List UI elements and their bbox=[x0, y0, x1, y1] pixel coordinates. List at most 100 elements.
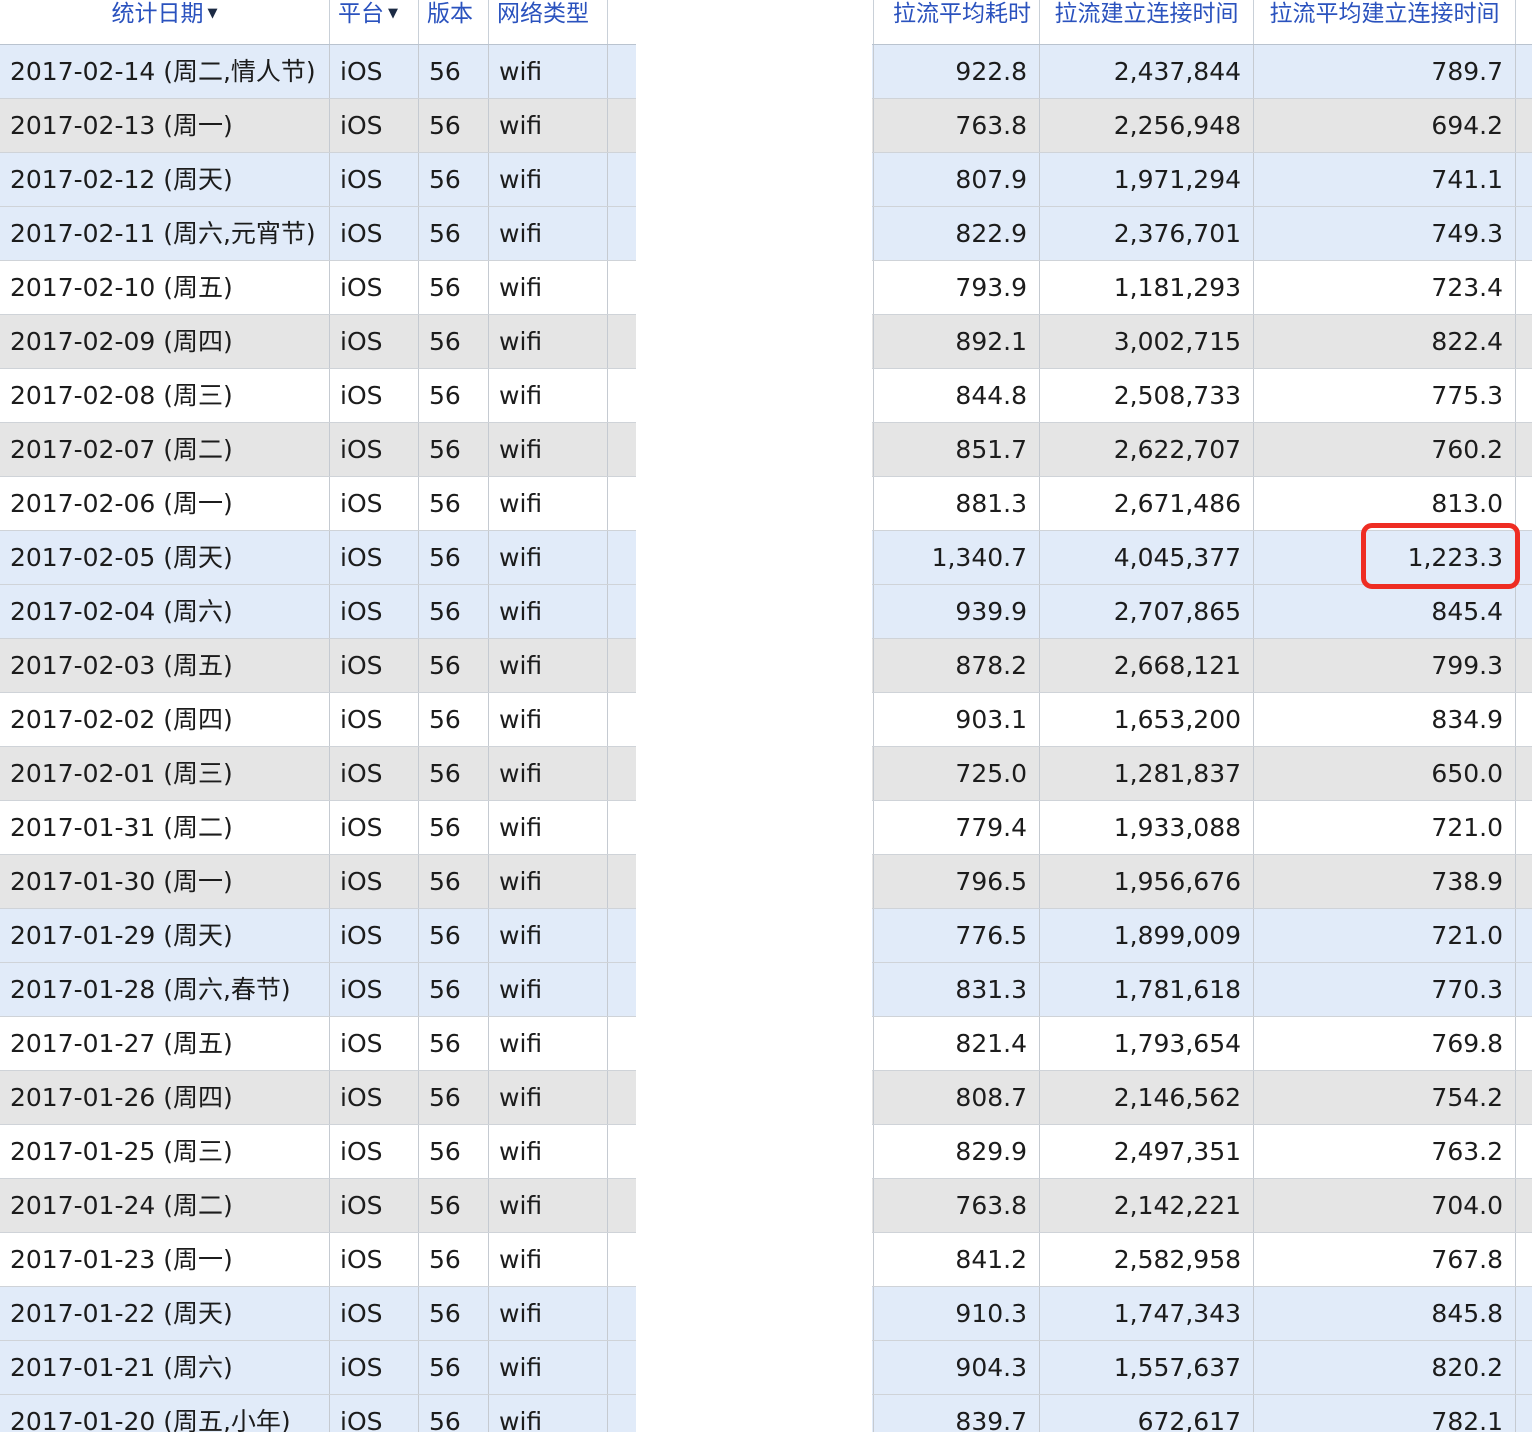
cell-avg-connect-time: 721.0 bbox=[1254, 801, 1516, 854]
cell-platform: iOS bbox=[330, 315, 419, 368]
cell-version: 56 bbox=[419, 639, 489, 692]
column-label-avg-time: 拉流平均耗时 bbox=[893, 1, 1031, 27]
cell-avg-time: 903.1 bbox=[874, 693, 1040, 746]
cell-avg-time: 793.9 bbox=[874, 261, 1040, 314]
cell-network: wifi bbox=[489, 1395, 608, 1432]
column-header-avg-time[interactable]: 拉流平均耗时 bbox=[874, 0, 1040, 44]
cell-date: 2017-02-05 (周天) bbox=[0, 531, 330, 584]
cell-overflow bbox=[1516, 585, 1532, 638]
cell-avg-time: 776.5 bbox=[874, 909, 1040, 962]
cell-overflow bbox=[1516, 963, 1532, 1016]
cell-connect-time: 1,793,654 bbox=[1040, 1017, 1254, 1070]
cell-avg-time: 822.9 bbox=[874, 207, 1040, 260]
cell-version: 56 bbox=[419, 99, 489, 152]
cell-network: wifi bbox=[489, 693, 608, 746]
cell-avg-connect-time: 834.9 bbox=[1254, 693, 1516, 746]
cell-version: 56 bbox=[419, 207, 489, 260]
cell-version: 56 bbox=[419, 153, 489, 206]
cell-avg-connect-time: 775.3 bbox=[1254, 369, 1516, 422]
column-header-overflow bbox=[1516, 0, 1532, 44]
cell-network: wifi bbox=[489, 1341, 608, 1394]
cell-avg-connect-time: 782.1 bbox=[1254, 1395, 1516, 1432]
cell-overflow bbox=[1516, 207, 1532, 260]
cell-overflow bbox=[1516, 1017, 1532, 1070]
cell-avg-time: 808.7 bbox=[874, 1071, 1040, 1124]
redaction-mask bbox=[636, 0, 872, 1432]
column-header-network[interactable]: 网络类型 bbox=[489, 0, 608, 44]
cell-network: wifi bbox=[489, 855, 608, 908]
cell-platform: iOS bbox=[330, 423, 419, 476]
cell-version: 56 bbox=[419, 1395, 489, 1432]
cell-network: wifi bbox=[489, 639, 608, 692]
cell-connect-time: 2,671,486 bbox=[1040, 477, 1254, 530]
cell-overflow bbox=[1516, 1341, 1532, 1394]
cell-network: wifi bbox=[489, 1125, 608, 1178]
cell-overflow bbox=[1516, 1071, 1532, 1124]
column-header-date[interactable]: 统计日期 ▼ bbox=[0, 0, 330, 44]
cell-date: 2017-01-31 (周二) bbox=[0, 801, 330, 854]
cell-platform: iOS bbox=[330, 99, 419, 152]
cell-avg-time: 779.4 bbox=[874, 801, 1040, 854]
cell-connect-time: 1,781,618 bbox=[1040, 963, 1254, 1016]
cell-connect-time: 672,617 bbox=[1040, 1395, 1254, 1432]
cell-connect-time: 1,747,343 bbox=[1040, 1287, 1254, 1340]
cell-connect-time: 1,971,294 bbox=[1040, 153, 1254, 206]
cell-date: 2017-02-09 (周四) bbox=[0, 315, 330, 368]
cell-connect-time: 2,582,958 bbox=[1040, 1233, 1254, 1286]
column-header-avg-connect-time[interactable]: 拉流平均建立连接时间 bbox=[1254, 0, 1516, 44]
cell-connect-time: 2,437,844 bbox=[1040, 45, 1254, 98]
cell-connect-time: 1,653,200 bbox=[1040, 693, 1254, 746]
cell-version: 56 bbox=[419, 909, 489, 962]
cell-version: 56 bbox=[419, 693, 489, 746]
cell-version: 56 bbox=[419, 801, 489, 854]
sort-arrow-icon[interactable]: ▼ bbox=[208, 6, 218, 21]
cell-platform: iOS bbox=[330, 1017, 419, 1070]
cell-avg-connect-time: 1,223.3 bbox=[1254, 531, 1516, 584]
cell-avg-time: 922.8 bbox=[874, 45, 1040, 98]
cell-date: 2017-01-22 (周天) bbox=[0, 1287, 330, 1340]
cell-version: 56 bbox=[419, 369, 489, 422]
sort-arrow-icon[interactable]: ▼ bbox=[388, 6, 398, 21]
cell-network: wifi bbox=[489, 801, 608, 854]
cell-version: 56 bbox=[419, 423, 489, 476]
cell-overflow bbox=[1516, 801, 1532, 854]
cell-connect-time: 2,376,701 bbox=[1040, 207, 1254, 260]
column-label-date: 统计日期 bbox=[111, 1, 204, 27]
cell-connect-time: 3,002,715 bbox=[1040, 315, 1254, 368]
cell-platform: iOS bbox=[330, 1071, 419, 1124]
cell-avg-connect-time: 845.4 bbox=[1254, 585, 1516, 638]
column-header-connect-time[interactable]: 拉流建立连接时间 bbox=[1040, 0, 1254, 44]
cell-version: 56 bbox=[419, 585, 489, 638]
cell-overflow bbox=[1516, 1233, 1532, 1286]
cell-network: wifi bbox=[489, 909, 608, 962]
cell-platform: iOS bbox=[330, 1341, 419, 1394]
cell-avg-time: 839.7 bbox=[874, 1395, 1040, 1432]
cell-connect-time: 1,181,293 bbox=[1040, 261, 1254, 314]
cell-network: wifi bbox=[489, 423, 608, 476]
cell-avg-connect-time: 822.4 bbox=[1254, 315, 1516, 368]
cell-date: 2017-02-06 (周一) bbox=[0, 477, 330, 530]
cell-network: wifi bbox=[489, 261, 608, 314]
column-header-version[interactable]: 版本 bbox=[419, 0, 489, 44]
cell-date: 2017-02-07 (周二) bbox=[0, 423, 330, 476]
cell-platform: iOS bbox=[330, 693, 419, 746]
cell-avg-connect-time: 760.2 bbox=[1254, 423, 1516, 476]
cell-connect-time: 2,622,707 bbox=[1040, 423, 1254, 476]
cell-avg-connect-time: 845.8 bbox=[1254, 1287, 1516, 1340]
cell-avg-time: 821.4 bbox=[874, 1017, 1040, 1070]
cell-version: 56 bbox=[419, 1125, 489, 1178]
cell-connect-time: 4,045,377 bbox=[1040, 531, 1254, 584]
cell-avg-connect-time: 769.8 bbox=[1254, 1017, 1516, 1070]
cell-connect-time: 2,146,562 bbox=[1040, 1071, 1254, 1124]
cell-date: 2017-01-28 (周六,春节) bbox=[0, 963, 330, 1016]
cell-avg-connect-time: 721.0 bbox=[1254, 909, 1516, 962]
column-header-platform[interactable]: 平台 ▼ bbox=[330, 0, 419, 44]
cell-date: 2017-02-12 (周天) bbox=[0, 153, 330, 206]
column-label-network: 网络类型 bbox=[497, 1, 589, 27]
cell-connect-time: 1,956,676 bbox=[1040, 855, 1254, 908]
cell-avg-time: 807.9 bbox=[874, 153, 1040, 206]
cell-network: wifi bbox=[489, 99, 608, 152]
cell-avg-time: 763.8 bbox=[874, 99, 1040, 152]
cell-avg-time: 881.3 bbox=[874, 477, 1040, 530]
cell-avg-time: 939.9 bbox=[874, 585, 1040, 638]
